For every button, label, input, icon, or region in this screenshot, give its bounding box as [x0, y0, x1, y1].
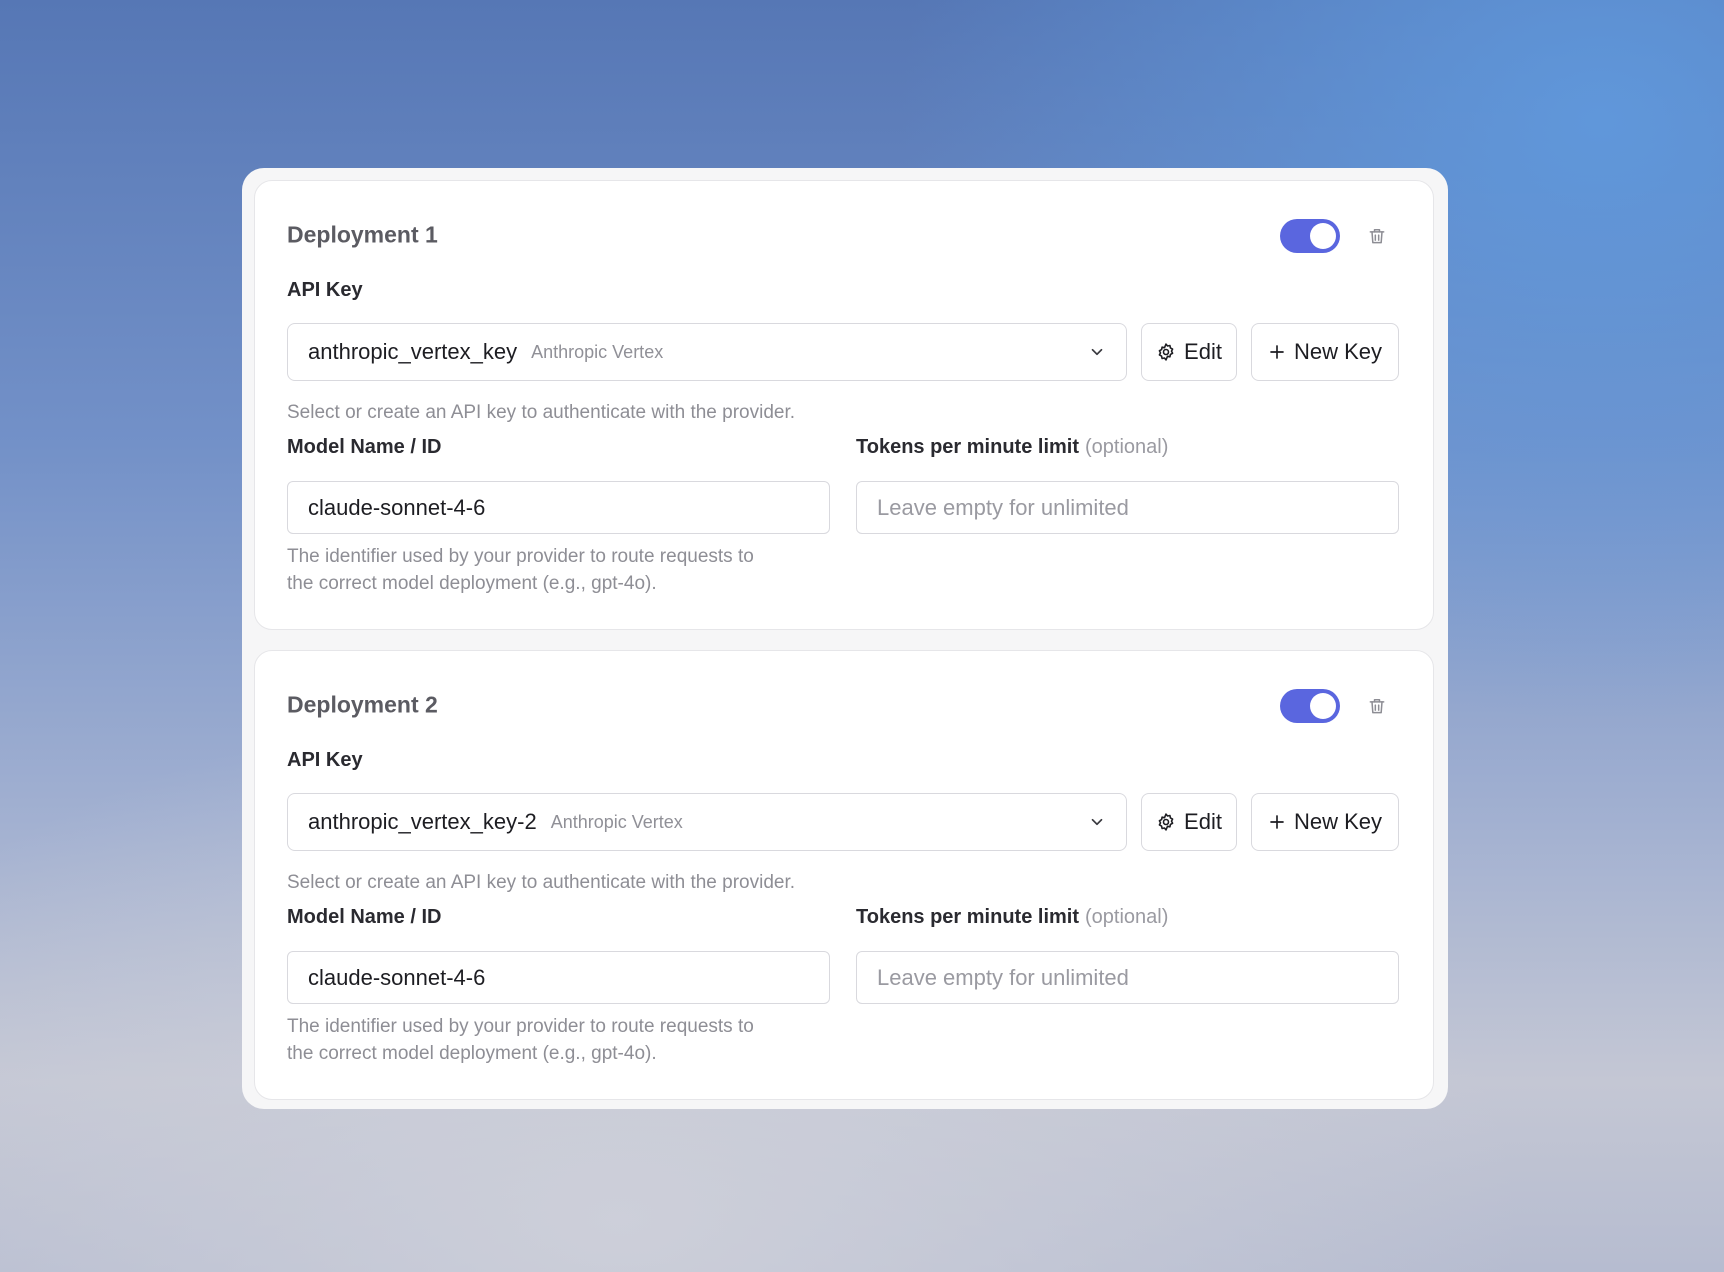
edit-key-button[interactable]: Edit [1141, 323, 1237, 381]
model-name-input[interactable]: claude-sonnet-4-6 [287, 951, 830, 1004]
plus-icon [1270, 345, 1284, 359]
deployments-panel: Deployment 1 API Key anthropic_vertex_ke… [242, 168, 1448, 1109]
new-key-label: New Key [1293, 339, 1383, 364]
model-help: The identifier used by your provider to … [287, 543, 754, 597]
deployment-enabled-toggle[interactable] [1280, 689, 1340, 723]
delete-deployment-button[interactable] [1364, 693, 1390, 719]
tpm-input[interactable]: Leave empty for unlimited [856, 951, 1399, 1004]
api-key-help: Select or create an API key to authentic… [287, 872, 796, 893]
edit-key-button[interactable]: Edit [1141, 793, 1237, 851]
model-help-line-1: The identifier used by your provider to … [287, 1016, 754, 1037]
model-help-line-2: the correct model deployment (e.g., gpt-… [287, 573, 657, 594]
delete-deployment-button[interactable] [1364, 223, 1390, 249]
deployment-title: Deployment 1 [287, 221, 438, 248]
trash-icon [1369, 229, 1385, 244]
new-key-label: New Key [1293, 809, 1383, 834]
model-name-label: Model Name / ID [287, 436, 442, 458]
api-key-select[interactable]: anthropic_vertex_key Anthropic Vertex [287, 323, 1127, 381]
api-key-provider: Anthropic Vertex [550, 811, 683, 832]
tpm-label-text: Tokens per minute limit [856, 436, 1079, 458]
api-key-value: anthropic_vertex_key [308, 339, 518, 364]
edit-key-label: Edit [1184, 809, 1222, 834]
tpm-optional-text: (optional) [1085, 436, 1169, 458]
trash-icon [1369, 699, 1385, 714]
tpm-label: Tokens per minute limit (optional) [856, 437, 1168, 457]
api-key-label: API Key [287, 279, 363, 301]
api-key-help: Select or create an API key to authentic… [287, 402, 796, 423]
api-key-label: API Key [287, 749, 363, 771]
model-name-label: Model Name / ID [287, 906, 442, 928]
plus-icon [1270, 815, 1284, 829]
edit-key-label: Edit [1184, 339, 1222, 364]
tpm-optional-text: (optional) [1085, 906, 1169, 928]
api-key-provider: Anthropic Vertex [531, 341, 664, 362]
deployment-enabled-toggle[interactable] [1280, 219, 1340, 253]
tpm-input[interactable]: Leave empty for unlimited [856, 481, 1399, 534]
gear-icon [1158, 813, 1174, 831]
new-key-button[interactable]: New Key [1251, 793, 1399, 851]
deployment-card-2: Deployment 2 API Key anthropic_vertex_ke… [254, 650, 1434, 1100]
api-key-select[interactable]: anthropic_vertex_key-2 Anthropic Vertex [287, 793, 1127, 851]
chevron-down-icon [1088, 813, 1106, 831]
tpm-label-text: Tokens per minute limit [856, 906, 1079, 928]
tpm-label: Tokens per minute limit (optional) [856, 907, 1168, 927]
toggle-knob [1310, 693, 1336, 719]
new-key-button[interactable]: New Key [1251, 323, 1399, 381]
chevron-down-icon [1088, 343, 1106, 361]
deployment-card-1: Deployment 1 API Key anthropic_vertex_ke… [254, 180, 1434, 630]
model-name-input[interactable]: claude-sonnet-4-6 [287, 481, 830, 534]
model-help-line-2: the correct model deployment (e.g., gpt-… [287, 1043, 657, 1064]
model-help: The identifier used by your provider to … [287, 1013, 754, 1067]
api-key-value: anthropic_vertex_key-2 [308, 809, 537, 834]
model-help-line-1: The identifier used by your provider to … [287, 546, 754, 567]
gear-icon [1158, 343, 1174, 361]
deployment-title: Deployment 2 [287, 691, 438, 718]
toggle-knob [1310, 223, 1336, 249]
